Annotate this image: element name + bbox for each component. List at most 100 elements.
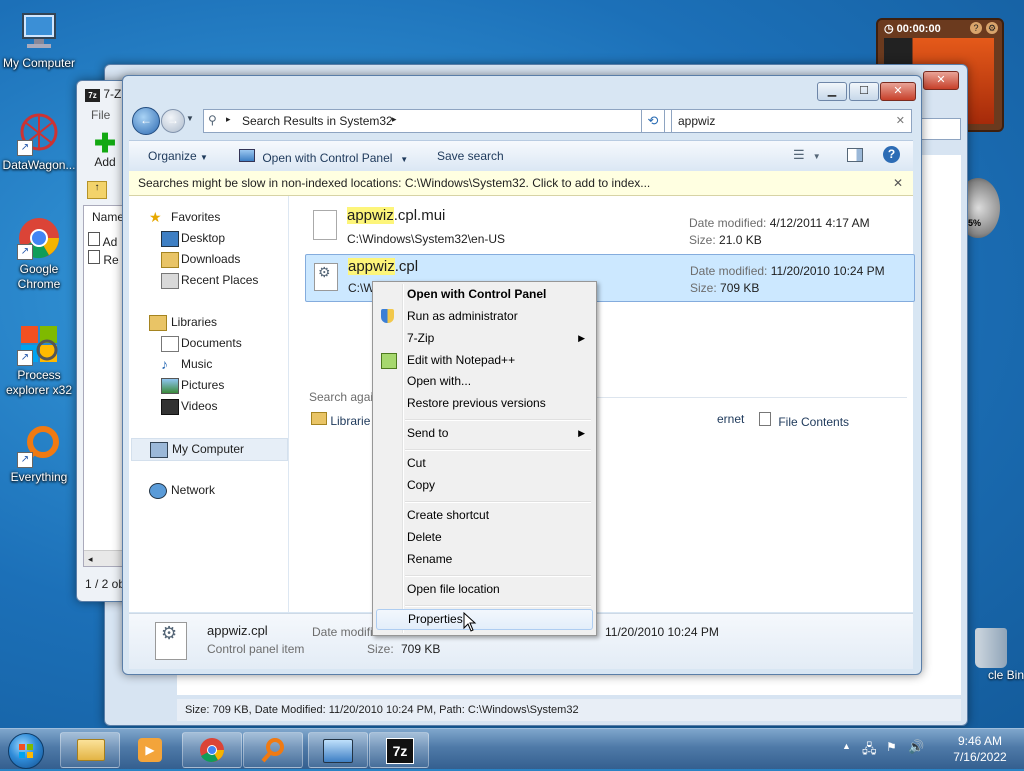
control-panel-icon [239, 149, 255, 162]
search-again-internet[interactable]: ernet [717, 412, 744, 426]
back-close-button[interactable]: ✕ [923, 71, 959, 90]
organize-button[interactable]: Organize ▼ [148, 149, 208, 163]
search-results-icon: ⚲ [208, 113, 217, 127]
close-button[interactable]: ✕ [880, 82, 916, 101]
nav-recent-places[interactable]: Recent Places [129, 270, 284, 291]
clear-search-icon[interactable]: ✕ [896, 114, 905, 127]
open-with-label: Open with Control Panel [262, 151, 393, 165]
search-box[interactable]: appwiz ✕ [671, 109, 912, 133]
search-again-file-contents[interactable]: File Contents [759, 412, 849, 429]
taskbar-everything[interactable] [243, 732, 303, 768]
result-item[interactable]: appwiz.cpl.mui C:\Windows\System32\en-US… [305, 204, 911, 248]
minimize-button[interactable]: ▁ [817, 82, 847, 101]
maximize-button[interactable]: ☐ [849, 82, 879, 101]
desktop-icon-my-computer[interactable]: My Computer [1, 10, 77, 71]
menu-create-shortcut[interactable]: Create shortcut [376, 505, 591, 526]
menu-rename[interactable]: Rename [376, 549, 591, 570]
nav-pictures[interactable]: Pictures [129, 375, 284, 396]
nav-label: Documents [181, 336, 242, 350]
taskbar-chrome[interactable] [182, 732, 242, 768]
sevenzip-up-icon[interactable]: ↑ [87, 181, 107, 199]
recent-pages-dropdown[interactable]: ▼ [186, 114, 194, 123]
forward-button[interactable]: → [161, 109, 185, 133]
taskbar-media-player[interactable]: ▶ [121, 732, 181, 768]
desktop-icon-chrome[interactable]: ↗ Google Chrome [1, 216, 77, 292]
preview-pane-icon [847, 148, 863, 162]
menu-open-with[interactable]: Open with... [376, 371, 591, 392]
add-label: Add [94, 155, 116, 169]
menu-open-file-location[interactable]: Open file location [376, 579, 591, 600]
menu-cut[interactable]: Cut [376, 453, 591, 474]
search-input[interactable]: appwiz [678, 114, 715, 128]
menu-delete[interactable]: Delete [376, 527, 591, 548]
search-again-label: Search agai [309, 390, 374, 404]
menu-send-to[interactable]: Send to ▶ [376, 423, 591, 444]
nav-label: Network [171, 483, 216, 497]
taskbar-control-panel[interactable] [308, 732, 368, 768]
search-again-libraries[interactable]: Librarie [311, 412, 370, 428]
nav-my-computer[interactable]: My Computer [131, 438, 288, 461]
menu-restore-previous-versions[interactable]: Restore previous versions [376, 393, 591, 414]
sevenzip-col-name[interactable]: Name [92, 210, 124, 224]
shortcut-arrow-icon: ↗ [17, 350, 33, 366]
nav-label: Recent Places [181, 273, 259, 287]
desktop-icon-datawagon[interactable]: ↗ DataWagon... [1, 112, 77, 173]
sevenzip-status: 1 / 2 ob [85, 577, 126, 591]
menu-edit-with-notepadpp[interactable]: Edit with Notepad++ [376, 350, 591, 371]
nav-music[interactable]: ♪ Music [129, 354, 284, 375]
taskbar-explorer[interactable] [60, 732, 120, 768]
desktop-icon-everything[interactable]: ↗ Everything [1, 424, 77, 485]
taskbar-7zip[interactable]: 7z [369, 732, 429, 768]
desktop-icon [161, 231, 179, 247]
desktop-icon-label: Everything [10, 470, 68, 484]
nav-label: Music [181, 357, 213, 371]
sevenzip-menu-file[interactable]: File [91, 108, 110, 122]
gadget-help-icon[interactable]: ? [970, 22, 982, 34]
info-bar-close-icon[interactable]: ✕ [893, 171, 903, 195]
breadcrumb-chevron-icon: ▸ [226, 114, 231, 124]
preview-pane-button[interactable] [847, 148, 863, 165]
help-button[interactable]: ? [883, 146, 900, 163]
nav-desktop[interactable]: Desktop [129, 228, 284, 249]
everything-search-icon [261, 738, 284, 763]
sevenzip-add-button[interactable]: ✚ Add [87, 130, 123, 169]
menu-separator [405, 575, 591, 577]
gadget-settings-icon[interactable]: ⚙ [986, 22, 998, 34]
show-hidden-icons-icon[interactable]: ▲ [842, 741, 851, 751]
index-info-bar[interactable]: Searches might be slow in non-indexed lo… [129, 171, 913, 196]
volume-icon[interactable]: 🔊 [908, 739, 924, 755]
tray-time: 9:46 AM [957, 734, 1003, 748]
start-button[interactable] [2, 730, 50, 769]
menu-run-as-administrator[interactable]: Run as administrator [376, 306, 591, 327]
open-with-control-panel-button[interactable]: Open with Control Panel ▼ [239, 149, 408, 165]
nav-downloads[interactable]: Downloads [129, 249, 284, 270]
menu-copy[interactable]: Copy [376, 475, 591, 496]
menu-7zip[interactable]: 7-Zip ▶ [376, 328, 591, 349]
sevenzip-row[interactable]: Ad [88, 232, 117, 249]
save-search-button[interactable]: Save search [437, 149, 504, 163]
tray-clock[interactable]: 9:46 AM 7/16/2022 [944, 733, 1016, 765]
context-menu: Open with Control Panel Run as administr… [372, 281, 597, 636]
computer-icon [150, 442, 168, 458]
breadcrumb[interactable]: Search Results in System32 [242, 114, 393, 128]
back-button[interactable]: ← [132, 107, 160, 135]
desktop-icon-process-explorer[interactable]: ↗ Process explorer x32 [1, 322, 77, 398]
details-file-icon: ⚙ [155, 622, 187, 660]
nav-videos[interactable]: Videos [129, 396, 284, 417]
chevron-down-icon: ▼ [200, 153, 208, 162]
menu-properties[interactable]: Properties [376, 609, 593, 630]
action-center-icon[interactable]: ⚑ [886, 740, 897, 754]
network-tray-icon[interactable]: 🖧 [862, 740, 877, 762]
nav-libraries[interactable]: Libraries [129, 312, 284, 333]
nav-documents[interactable]: Documents [129, 333, 284, 354]
refresh-button[interactable]: ⟲ [641, 109, 665, 133]
back-search-box[interactable] [921, 118, 961, 140]
change-view-button[interactable]: ☰ ▼ [793, 147, 821, 163]
info-bar-text: Searches might be slow in non-indexed lo… [138, 176, 651, 190]
result-date: Date modified: 11/20/2010 10:24 PM [690, 264, 885, 278]
shortcut-arrow-icon: ↗ [17, 140, 33, 156]
nav-network[interactable]: Network [129, 480, 284, 501]
nav-favorites[interactable]: ★ Favorites [129, 207, 284, 228]
menu-open-with-control-panel[interactable]: Open with Control Panel [376, 284, 591, 305]
sevenzip-row[interactable]: Re [88, 250, 119, 267]
